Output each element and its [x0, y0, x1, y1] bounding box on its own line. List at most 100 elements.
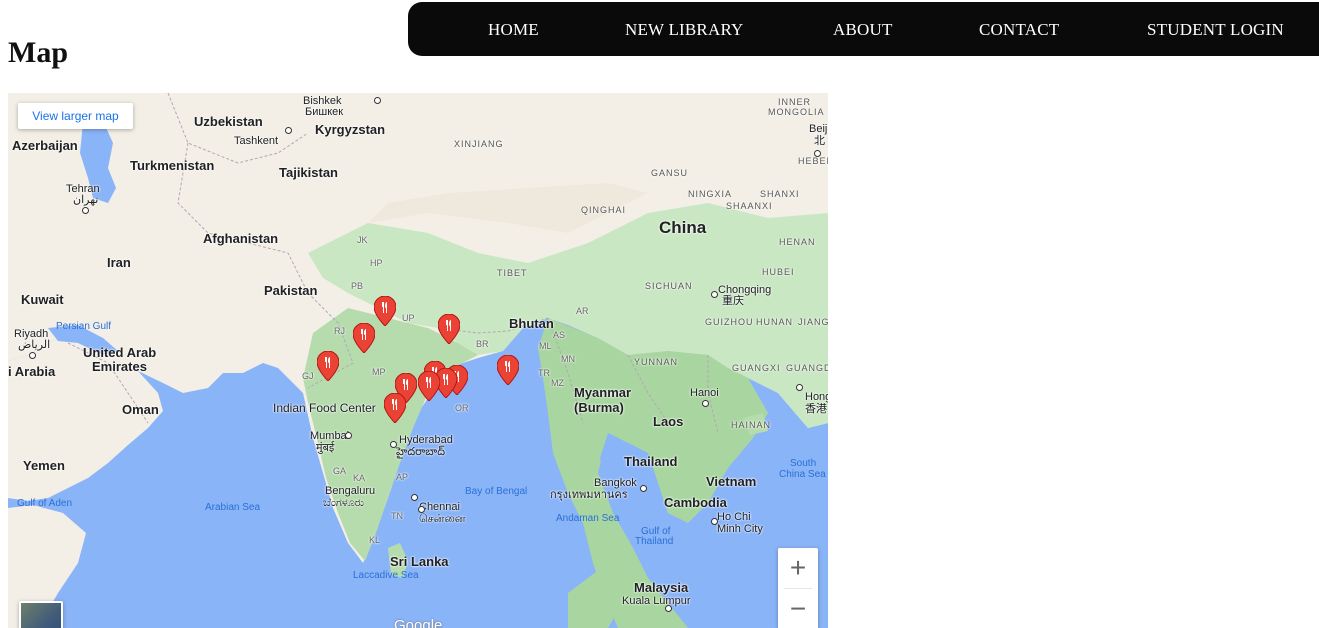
map-label: Andaman Sea	[556, 513, 620, 524]
map-label: Pakistan	[264, 283, 318, 298]
map-label: TN	[391, 511, 403, 521]
map-label: హైదరాబాద్	[396, 446, 445, 458]
city-dot	[411, 494, 418, 501]
map-label: SICHUAN	[645, 281, 693, 291]
page-title: Map	[8, 36, 68, 69]
city-dot	[418, 506, 425, 513]
embedded-map[interactable]: Uzbekistan Kyrgyzstan Azerbaijan Turkmen…	[8, 93, 828, 628]
map-label: Afghanistan	[203, 231, 279, 246]
map-label: Bangkok	[594, 477, 637, 489]
satellite-layer-toggle[interactable]	[19, 601, 63, 628]
nav-contact-link[interactable]: CONTACT	[979, 20, 1059, 40]
nav-student-login-link[interactable]: STUDENT LOGIN	[1147, 20, 1284, 40]
map-label: BR	[476, 339, 489, 349]
map-label: Ho Chi	[717, 511, 751, 523]
nav-home-link[interactable]: HOME	[488, 20, 539, 40]
map-label: ML	[539, 341, 552, 351]
map-label: INNER	[778, 97, 812, 107]
restaurant-pin-icon[interactable]	[418, 371, 440, 401]
map-label: UP	[402, 313, 415, 323]
map-label: 重庆	[722, 295, 744, 307]
map-label: Cambodia	[664, 495, 727, 510]
map-label: Hong	[805, 391, 828, 403]
city-dot	[345, 432, 352, 439]
map-label: Persian Gulf	[56, 321, 112, 332]
map-label: JIANG	[798, 317, 828, 327]
map-label: Bay of Bengal	[465, 486, 528, 497]
map-label: Kyrgyzstan	[315, 122, 386, 137]
marker-label[interactable]: Indian Food Center	[273, 402, 376, 414]
city-dot	[82, 207, 89, 214]
map-label: MN	[561, 354, 575, 364]
zoom-controls: + −	[778, 548, 818, 628]
map-label: KL	[369, 535, 381, 545]
city-dot	[711, 518, 718, 525]
zoom-out-button[interactable]: −	[778, 589, 818, 628]
map-label: Sri Lanka	[390, 554, 449, 569]
view-larger-map-button[interactable]: View larger map	[18, 103, 133, 129]
nav-about-link[interactable]: ABOUT	[833, 20, 893, 40]
city-dot	[711, 291, 718, 298]
restaurant-pin-icon[interactable]	[497, 355, 519, 385]
map-label: TR	[538, 368, 550, 378]
map-label: Hanoi	[690, 387, 719, 399]
map-label: YUNNAN	[634, 357, 679, 367]
map-label: MONGOLIA	[768, 107, 825, 117]
map-label: मुंबई	[316, 442, 335, 454]
map-label: SHAANXI	[726, 201, 773, 211]
map-label: Emirates	[92, 359, 147, 374]
map-label: GUANGDO	[786, 363, 828, 373]
map-label: กรุงเทพมหานคร	[550, 489, 628, 501]
restaurant-pin-icon[interactable]	[438, 314, 460, 344]
restaurant-pin-icon[interactable]	[384, 393, 406, 423]
map-label: Uzbekistan	[194, 114, 263, 129]
city-dot	[665, 605, 672, 612]
map-label: Thailand	[624, 454, 678, 469]
map-label: KA	[353, 473, 366, 483]
zoom-in-button[interactable]: +	[778, 548, 818, 588]
city-dot	[285, 127, 292, 134]
map-label: HUBEI	[762, 267, 795, 277]
map-label: HENAN	[779, 237, 816, 247]
map-label: AP	[396, 472, 409, 482]
map-label: Bhutan	[509, 316, 554, 331]
map-label: GANSU	[651, 168, 689, 178]
map-label: i Arabia	[8, 364, 56, 379]
map-label-china: China	[659, 218, 707, 237]
map-label: Yemen	[23, 458, 65, 473]
map-label: PB	[351, 281, 364, 291]
map-label: சென்னை	[419, 513, 466, 525]
city-dot	[796, 384, 803, 391]
map-label: JK	[357, 235, 368, 245]
map-label: Thailand	[635, 536, 674, 547]
map-label: الرياض	[18, 339, 51, 351]
map-label: ಬೆಂಗಳೂರು	[323, 497, 365, 509]
map-label: MP	[372, 367, 386, 377]
map-label: AR	[576, 306, 589, 316]
map-label: China Sea	[779, 469, 826, 480]
map-label: HAINAN	[731, 420, 772, 430]
city-dot	[390, 441, 397, 448]
map-label: Tashkent	[234, 135, 279, 147]
restaurant-pin-icon[interactable]	[317, 351, 339, 381]
map-label: تهران	[73, 194, 99, 206]
map-label: Бишкек	[305, 106, 344, 118]
google-logo: Google	[394, 617, 443, 628]
map-label: SHANXI	[760, 189, 800, 199]
map-label: Myanmar	[574, 385, 632, 400]
map-label: NINGXIA	[688, 189, 733, 199]
restaurant-pin-icon[interactable]	[353, 323, 375, 353]
city-dot	[29, 352, 36, 359]
map-label: (Burma)	[574, 400, 624, 415]
map-label: Beij	[809, 123, 828, 135]
map-label: United Arab	[83, 345, 157, 360]
map-label: Kuwait	[21, 292, 64, 307]
map-label: Laos	[653, 414, 684, 429]
map-label: Chennai	[419, 501, 460, 513]
nav-new-library-link[interactable]: NEW LIBRARY	[625, 20, 744, 40]
map-label: Iran	[107, 255, 131, 270]
map-label: AS	[553, 330, 566, 340]
restaurant-pin-icon[interactable]	[374, 296, 396, 326]
map-label: XINJIANG	[454, 139, 504, 149]
map-label: OR	[455, 403, 469, 413]
